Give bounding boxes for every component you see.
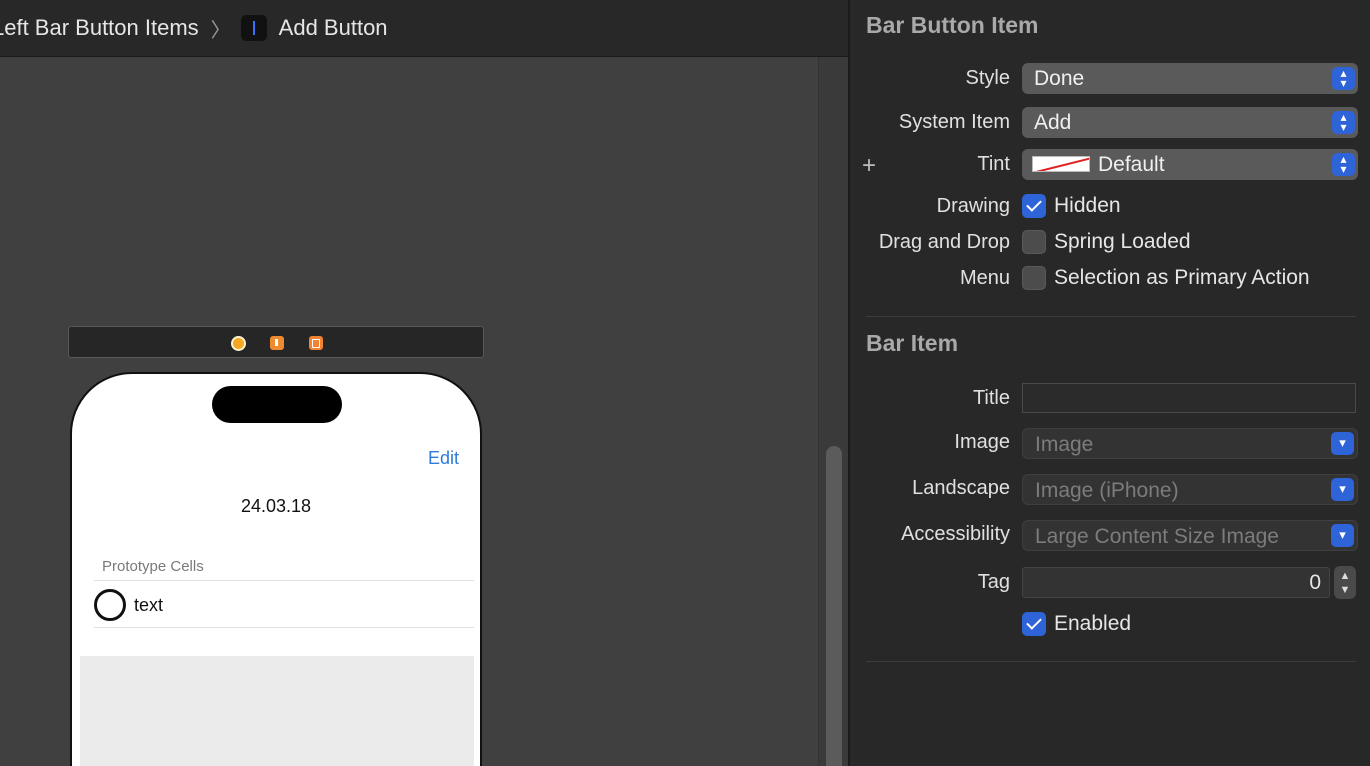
chevron-down-icon[interactable]: ▾ bbox=[1331, 432, 1354, 455]
system-item-popup[interactable]: Add ▴ ▾ bbox=[1022, 107, 1358, 138]
tint-popup[interactable]: Default ▴ ▾ bbox=[1022, 149, 1358, 180]
drag-and-drop-label: Drag and Drop bbox=[878, 231, 1010, 253]
hidden-checkbox[interactable] bbox=[1022, 194, 1046, 218]
up-down-chevron-icon: ▴ ▾ bbox=[1332, 111, 1355, 134]
tag-field[interactable]: 0 bbox=[1022, 567, 1330, 598]
accessibility-label: Accessibility bbox=[901, 523, 1010, 545]
jump-bar: Left Bar Button Items 〉 Add Button bbox=[0, 0, 848, 57]
cell-text-label[interactable]: text bbox=[134, 595, 163, 616]
landscape-combo[interactable]: Image (iPhone) ▾ bbox=[1022, 474, 1358, 505]
circle-icon[interactable] bbox=[94, 589, 126, 621]
default-color-swatch bbox=[1032, 156, 1090, 172]
tag-stepper[interactable]: ▲ ▼ bbox=[1334, 566, 1356, 599]
view-controller-icon[interactable] bbox=[231, 336, 246, 351]
section-title-bar-button-item: Bar Button Item bbox=[866, 12, 1039, 38]
up-down-chevron-icon: ▴ ▾ bbox=[1332, 153, 1355, 176]
style-value: Done bbox=[1034, 67, 1085, 90]
drawing-label: Drawing bbox=[936, 195, 1010, 217]
system-item-label: System Item bbox=[898, 111, 1010, 133]
table-background-area[interactable] bbox=[80, 656, 474, 766]
enabled-checkbox-label[interactable]: Enabled bbox=[1054, 612, 1131, 636]
system-item-value: Add bbox=[1034, 111, 1072, 134]
landscape-placeholder: Image (iPhone) bbox=[1035, 479, 1179, 502]
style-label: Style bbox=[965, 67, 1010, 89]
prototype-cells-header: Prototype Cells bbox=[102, 558, 204, 575]
primary-action-checkbox-label[interactable]: Selection as Primary Action bbox=[1054, 266, 1310, 290]
primary-action-checkbox[interactable] bbox=[1022, 266, 1046, 290]
bar-button-item-icon bbox=[240, 15, 267, 41]
tint-value: Default bbox=[1098, 153, 1165, 176]
cell-separator bbox=[94, 580, 474, 581]
chevron-down-icon[interactable]: ▾ bbox=[1331, 524, 1354, 547]
menu-label: Menu bbox=[959, 267, 1010, 289]
up-down-chevron-icon: ▴ ▾ bbox=[1332, 67, 1355, 90]
breadcrumb-left-bar-button-items[interactable]: Left Bar Button Items bbox=[0, 15, 199, 41]
image-combo[interactable]: Image ▾ bbox=[1022, 428, 1358, 459]
accessibility-placeholder: Large Content Size Image bbox=[1035, 525, 1279, 548]
plus-icon[interactable]: + bbox=[862, 152, 876, 180]
image-placeholder: Image bbox=[1035, 433, 1094, 456]
style-popup[interactable]: Done ▴ ▾ bbox=[1022, 63, 1358, 94]
spring-loaded-checkbox[interactable] bbox=[1022, 230, 1046, 254]
canvas-scrollbar-thumb[interactable] bbox=[826, 446, 842, 766]
iphone-scene[interactable]: Edit 24.03.18 Prototype Cells text bbox=[70, 372, 482, 766]
edit-bar-button[interactable]: Edit bbox=[428, 448, 459, 469]
hidden-checkbox-label[interactable]: Hidden bbox=[1054, 194, 1121, 218]
exit-icon[interactable] bbox=[309, 336, 323, 350]
title-label: Title bbox=[972, 387, 1010, 409]
section-divider bbox=[866, 316, 1356, 317]
section-divider bbox=[866, 661, 1356, 662]
first-responder-icon[interactable] bbox=[270, 336, 284, 350]
xcode-window: Left Bar Button Items 〉 Add Button Edit … bbox=[0, 0, 1370, 766]
storyboard-canvas[interactable]: Left Bar Button Items 〉 Add Button Edit … bbox=[0, 0, 848, 766]
title-field[interactable] bbox=[1022, 383, 1356, 413]
enabled-checkbox[interactable] bbox=[1022, 612, 1046, 636]
chevron-down-icon[interactable]: ▾ bbox=[1331, 478, 1354, 501]
tint-label: Tint bbox=[977, 153, 1010, 175]
scene-dock[interactable] bbox=[68, 326, 484, 358]
attributes-inspector: Bar Button Item Style Done ▴ ▾ System Ite… bbox=[848, 0, 1370, 766]
breadcrumb-separator-icon: 〉 bbox=[210, 19, 231, 42]
date-label[interactable]: 24.03.18 bbox=[72, 496, 480, 517]
tag-value: 0 bbox=[1309, 571, 1321, 594]
spring-loaded-checkbox-label[interactable]: Spring Loaded bbox=[1054, 230, 1191, 254]
tag-label: Tag bbox=[977, 571, 1010, 593]
image-label: Image bbox=[954, 431, 1010, 453]
accessibility-combo[interactable]: Large Content Size Image ▾ bbox=[1022, 520, 1358, 551]
section-title-bar-item: Bar Item bbox=[866, 330, 959, 356]
landscape-label: Landscape bbox=[912, 477, 1010, 499]
cell-separator bbox=[94, 627, 474, 628]
breadcrumb-add-button[interactable]: Add Button bbox=[279, 15, 388, 41]
dynamic-island bbox=[212, 386, 342, 423]
